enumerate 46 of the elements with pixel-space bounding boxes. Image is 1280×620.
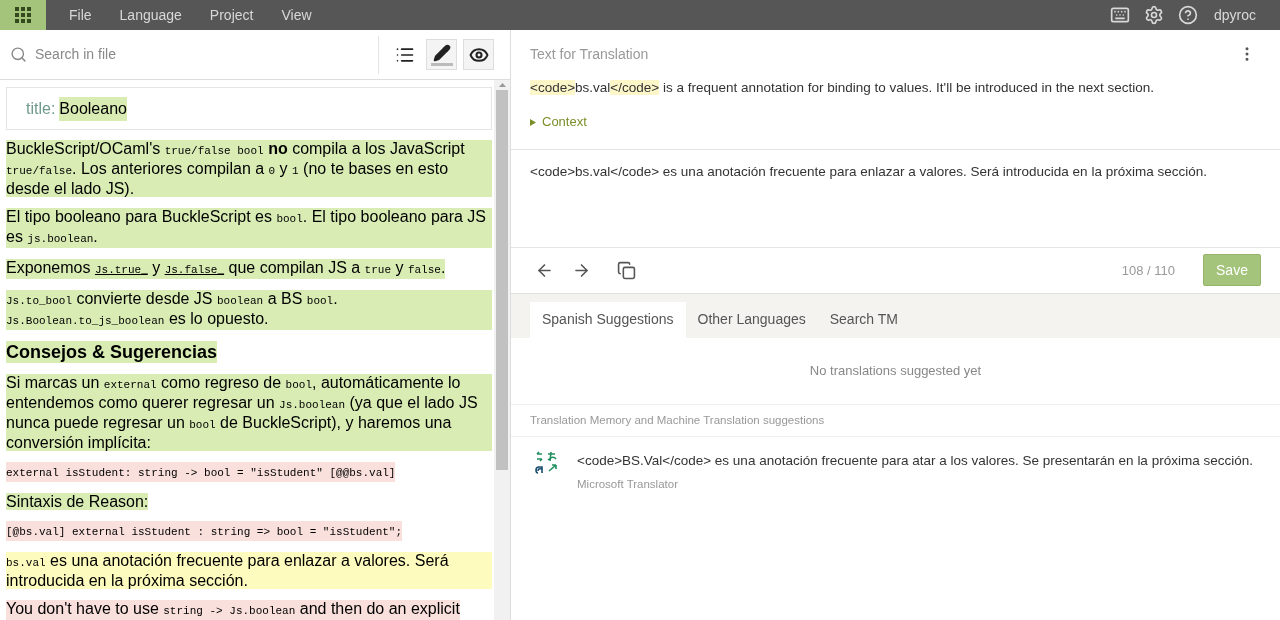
scrollbar[interactable] [494,80,510,620]
caret-icon [530,118,536,126]
suggestion-tab[interactable]: Spanish Suggestions [530,301,686,338]
apps-button[interactable] [0,0,46,30]
menu-item[interactable]: View [281,4,312,26]
section-heading[interactable]: Consejos & Sugerencias [6,341,218,363]
document-paragraph[interactable]: Sintaxis de Reason: [6,493,149,510]
grid-icon [15,7,31,23]
menu-item[interactable]: Language [119,4,182,26]
suggestion-text: <code>BS.Val</code> es una anotación frecuente para atar a los valores. Se presentarán en la próxima sección. [577,451,1253,470]
user-menu[interactable]: dpyroc [1213,4,1256,26]
translation-field[interactable]: <code>bs.val</code> es una anotación frecuente para enlazar a valores. Será introducida en la próxima sección. [511,148,1280,248]
suggestion-source: Microsoft Translator [577,477,679,492]
document-paragraph[interactable]: Si marcas un external como regreso de bool, automáticamente lo entendemos como querer regresar un Js.boolean (ya que el lado JS nunca puede regresar un bool de BuckleScript), y haremos una conversión implícita: [6,374,492,451]
source-text: <code>bs.val</code> is a frequent annotation for binding to values. It'll be introduced in the next section. [529,79,1156,97]
document-paragraph[interactable]: El tipo booleano para BuckleScript es bool. El tipo booleano para JS es js.boolean. [6,208,492,248]
document-paragraph[interactable]: BuckleScript/OCaml's true/false bool no compila a los JavaScript true/false. Los anteriores compilan a 0 y 1 (no te bases en esto desde el lado JS). [6,140,492,197]
document-paragraph[interactable]: Exponemos Js.true_ y Js.false_ que compilan JS a true y false. [6,259,446,279]
code-block[interactable]: [@bs.val] external isStudent : string => bool = "isStudent"; [6,521,403,541]
empty-message: No translations suggested yet [809,362,982,380]
context-toggle[interactable]: Context [530,112,587,132]
code-block[interactable]: external isStudent: string -> bool = "isStudent" [@@bs.val] [6,462,396,482]
document-paragraph[interactable]: You don't have to use string -> Js.boolean and then do an explicit [6,600,460,620]
progress-counter: 108 / 110 [1121,261,1175,280]
panel-title: Text for Translation [530,44,649,64]
pencil-icon [432,43,451,62]
menu-item[interactable]: Project [209,4,254,26]
settings-icon[interactable] [1143,5,1164,25]
copy-icon[interactable] [617,260,636,280]
document-paragraph[interactable]: bs.val es una anotación frecuente para enlazar a valores. Será introducida en la próxima sección. [6,552,492,589]
keyboard-icon[interactable] [1109,5,1130,25]
field-label: title: [26,98,56,119]
toolbar-button[interactable] [463,39,494,70]
field-value: Booleano [59,96,127,121]
section-label: Translation Memory and Machine Translation suggestions [530,412,825,428]
menu-item[interactable]: File [69,4,92,26]
translate-icon [535,450,559,475]
search-icon [10,46,27,63]
help-icon[interactable] [1177,5,1198,25]
toolbar-button[interactable] [426,39,457,70]
search-field[interactable]: Search in file [35,44,378,65]
suggestion-item[interactable]: <code>BS.Val</code> es una anotación frecuente para atar a los valores. Se presentarán en la próxima sección. Microsoft Translator [511,436,1280,494]
title-field[interactable]: title: Booleano [6,87,492,130]
suggestion-tab[interactable]: Search TM [817,301,910,338]
document-paragraph[interactable]: Js.to_bool convierte desde JS boolean a BS bool. Js.Boolean.to_js_boolean es lo opuesto. [6,290,492,330]
suggestion-tab[interactable]: Other Languages [685,301,818,338]
